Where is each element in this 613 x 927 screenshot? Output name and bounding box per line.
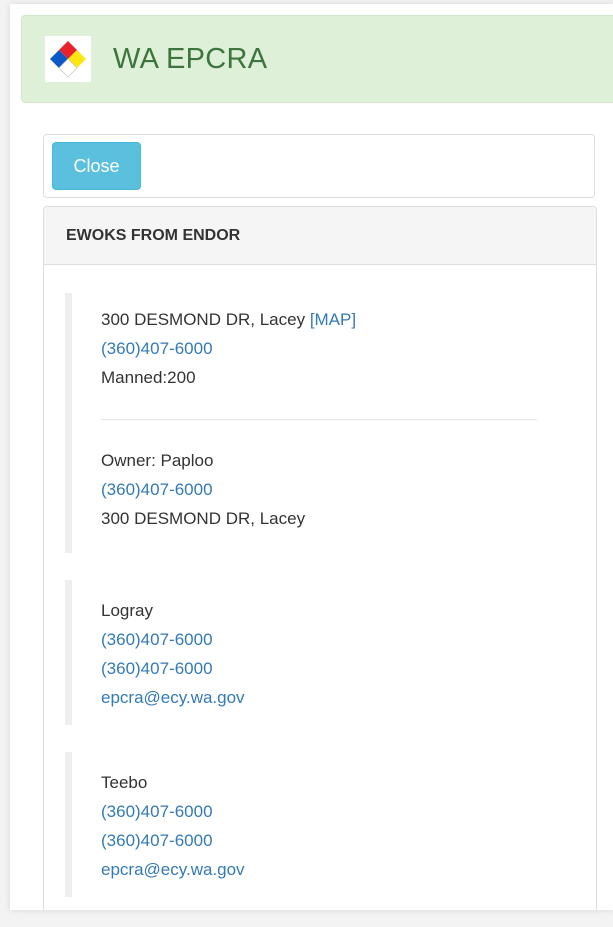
map-link[interactable]: [MAP] — [310, 310, 356, 329]
nfpa-diamond-icon — [50, 41, 86, 78]
facility-address: 300 DESMOND DR, Lacey — [101, 310, 306, 329]
owner-address: 300 DESMOND DR, Lacey — [101, 509, 306, 528]
contact-phone-link[interactable]: (360)407-6000 — [101, 630, 213, 649]
facility-details-block: 300 DESMOND DR, Lacey [MAP] (360)407-600… — [65, 293, 550, 553]
facility-address-line: 300 DESMOND DR, Lacey [MAP] — [101, 305, 550, 334]
contact-name: Teebo — [101, 773, 148, 792]
contact-phone-link[interactable]: (360)407-6000 — [101, 659, 213, 678]
contact-phone-link[interactable]: (360)407-6000 — [101, 802, 213, 821]
app-window: WA EPCRA Close EWOKS FROM ENDOR 300 DESM… — [10, 4, 613, 910]
facility-phone-link[interactable]: (360)407-6000 — [101, 339, 213, 358]
contact-block-logray: Logray (360)407-6000 (360)407-6000 epcra… — [65, 580, 550, 725]
contact-email-link[interactable]: epcra@ecy.wa.gov — [101, 688, 245, 707]
owner-name: Owner: Paploo — [101, 451, 214, 470]
contact-name: Logray — [101, 601, 153, 620]
facility-manned: Manned:200 — [101, 368, 196, 387]
contact-block-teebo: Teebo (360)407-6000 (360)407-6000 epcra@… — [65, 752, 550, 897]
app-header: WA EPCRA — [21, 15, 613, 103]
contact-email-link[interactable]: epcra@ecy.wa.gov — [101, 860, 245, 879]
app-logo — [45, 36, 91, 82]
app-title: WA EPCRA — [113, 42, 268, 75]
facility-panel: EWOKS FROM ENDOR 300 DESMOND DR, Lacey [… — [43, 206, 597, 910]
facility-name-heading: EWOKS FROM ENDOR — [44, 207, 596, 265]
owner-phone-link[interactable]: (360)407-6000 — [101, 480, 213, 499]
contact-phone-link[interactable]: (360)407-6000 — [101, 831, 213, 850]
action-bar: Close — [43, 134, 595, 198]
close-button[interactable]: Close — [52, 142, 141, 190]
